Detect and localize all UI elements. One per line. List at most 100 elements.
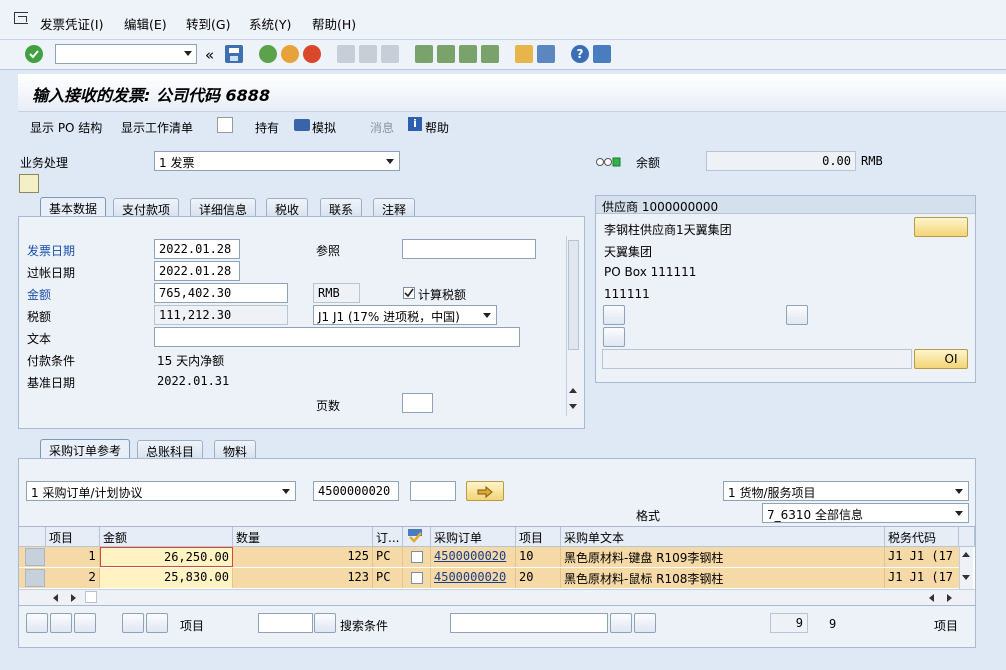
new-session-icon[interactable] (515, 45, 533, 63)
find-next-icon[interactable] (634, 613, 656, 633)
deselect-all-button[interactable] (50, 613, 72, 633)
column-header-tax-code[interactable]: 税务代码 (885, 527, 959, 547)
scroll-right-icon[interactable] (947, 594, 952, 602)
po-item-field[interactable] (410, 481, 456, 501)
table-settings-icon[interactable] (959, 527, 975, 547)
chevron-down-icon[interactable] (955, 489, 963, 494)
previous-page-icon[interactable] (437, 45, 455, 63)
tab-contact[interactable]: 联系 (320, 198, 363, 217)
menu-system[interactable]: 系统(Y) (249, 14, 291, 33)
column-header-po[interactable]: 采购订单 (431, 527, 516, 547)
messages-button[interactable]: 消息 (370, 119, 394, 136)
scroll-left-icon[interactable] (929, 594, 934, 602)
reference-field[interactable] (402, 239, 536, 259)
cell-amount[interactable]: 25,830.00 (100, 568, 233, 588)
item-type-select[interactable]: 1 货物/服务项目 (723, 481, 969, 501)
table-row[interactable]: 1 26,250.00 125 PC 4500000020 10 黑色原材料-键… (19, 547, 959, 567)
table-select-all[interactable] (19, 527, 46, 547)
pages-field[interactable] (402, 393, 433, 413)
column-header-unit[interactable]: 订... (373, 527, 403, 547)
print-icon[interactable] (337, 45, 355, 63)
tab-payment[interactable]: 支付款项 (113, 198, 180, 217)
collapse-toolbar-icon[interactable]: « (205, 46, 214, 64)
cell-po-link[interactable]: 4500000020 (431, 547, 516, 567)
scrollbar-thumb[interactable] (85, 591, 97, 603)
first-page-icon[interactable] (415, 45, 433, 63)
column-header-po-item[interactable]: 项目 (516, 527, 561, 547)
tab-material[interactable]: 物料 (214, 440, 257, 459)
column-header-quantity[interactable]: 数量 (233, 527, 373, 547)
find-next-icon[interactable] (381, 45, 399, 63)
window-menu-icon[interactable] (14, 12, 28, 24)
scroll-left-icon[interactable] (53, 594, 58, 602)
amount-field[interactable]: 765,402.30 (154, 283, 288, 303)
last-page-icon[interactable] (481, 45, 499, 63)
reference-doc-type-select[interactable]: 1 采购订单/计划协议 (26, 481, 296, 501)
column-header-po-text[interactable]: 采购单文本 (561, 527, 885, 547)
tab-gl-account[interactable]: 总账科目 (137, 440, 204, 459)
vendor-delete-button[interactable] (603, 327, 625, 347)
menu-invoice-document[interactable]: 发票凭证(I) (40, 14, 103, 33)
row-checkbox[interactable] (411, 551, 423, 563)
cancel-icon[interactable] (303, 45, 321, 63)
column-header-amount[interactable]: 金额 (100, 527, 233, 547)
next-page-icon[interactable] (459, 45, 477, 63)
select-all-button[interactable] (26, 613, 48, 633)
menu-goto[interactable]: 转到(G) (186, 14, 230, 33)
back-icon[interactable] (259, 45, 277, 63)
row-selector[interactable] (25, 569, 45, 587)
chevron-down-icon[interactable] (184, 51, 192, 56)
open-items-button[interactable]: OI (914, 349, 968, 369)
scrollbar-thumb[interactable] (568, 240, 579, 350)
row-checkbox[interactable] (411, 572, 423, 584)
save-icon[interactable] (225, 45, 243, 63)
layout-select[interactable]: 7_6310 全部信息 (762, 503, 969, 523)
scroll-up-icon[interactable] (569, 388, 577, 393)
layout-toggle-icon[interactable] (19, 174, 39, 193)
posting-date-field[interactable]: 2022.01.28 (154, 261, 240, 281)
enter-icon[interactable] (25, 45, 43, 63)
table-row[interactable]: 2 25,830.00 123 PC 4500000020 20 黑色原材料-鼠… (19, 568, 959, 588)
tab-po-reference[interactable]: 采购订单参考 (40, 439, 131, 459)
row-selector[interactable] (25, 548, 45, 566)
po-number-field[interactable]: 4500000020 (313, 481, 399, 501)
exit-icon[interactable] (281, 45, 299, 63)
help-button[interactable]: 帮助 (425, 119, 449, 136)
find-icon[interactable] (610, 613, 632, 633)
calculate-tax-checkbox[interactable] (403, 287, 415, 299)
command-field[interactable] (55, 44, 197, 64)
search-criteria-button[interactable] (314, 613, 336, 633)
chevron-down-icon[interactable] (955, 511, 963, 516)
vendor-search-field[interactable] (602, 349, 912, 369)
menu-help[interactable]: 帮助(H) (312, 14, 356, 33)
insert-row-button[interactable] (122, 613, 144, 633)
search-criteria-field[interactable] (450, 613, 608, 633)
column-header-select[interactable] (403, 527, 431, 547)
document-icon[interactable] (217, 117, 233, 133)
show-worklist-button[interactable]: 显示工作清单 (121, 119, 193, 136)
show-po-structure-button[interactable]: 显示 PO 结构 (30, 119, 102, 136)
footer-item-field[interactable] (258, 613, 313, 633)
hold-button[interactable]: 持有 (255, 119, 279, 136)
find-icon[interactable] (359, 45, 377, 63)
vendor-change-button[interactable] (914, 217, 968, 237)
simulate-button[interactable]: 模拟 (312, 119, 336, 136)
refresh-button[interactable] (74, 613, 96, 633)
scroll-down-icon[interactable] (962, 575, 970, 580)
delete-row-button[interactable] (146, 613, 168, 633)
basic-data-scrollbar[interactable] (566, 236, 580, 416)
invoice-date-field[interactable]: 2022.01.28 (154, 239, 240, 259)
transfer-po-button[interactable] (466, 481, 504, 501)
chevron-down-icon[interactable] (483, 313, 491, 318)
transaction-select[interactable]: 1 发票 (154, 151, 400, 171)
customize-layout-icon[interactable] (593, 45, 611, 63)
column-header-item[interactable]: 项目 (46, 527, 100, 547)
tax-code-select[interactable]: J1 J1 (17% 进项税，中国) (313, 305, 497, 325)
table-horizontal-scrollbar[interactable] (19, 589, 975, 605)
table-vertical-scrollbar[interactable] (959, 547, 973, 589)
chevron-down-icon[interactable] (282, 489, 290, 494)
tab-details[interactable]: 详细信息 (190, 198, 257, 217)
scroll-right-icon[interactable] (71, 594, 76, 602)
text-field[interactable] (154, 327, 520, 347)
scroll-down-icon[interactable] (569, 404, 577, 409)
